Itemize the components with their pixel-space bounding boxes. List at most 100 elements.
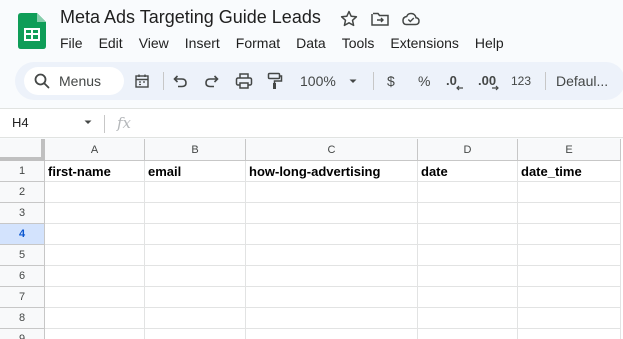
row-header-5[interactable]: 5 [0,245,45,266]
search-menus-label: Menus [59,73,102,89]
cell-a8[interactable] [45,308,145,329]
select-all-corner[interactable] [0,139,45,161]
number-format-button[interactable]: 123 [511,71,531,91]
cell-e9[interactable] [518,329,621,339]
function-icon: fx [117,114,132,132]
cell-a1[interactable]: first-name [45,161,145,182]
cell-b6[interactable] [145,266,246,287]
row-header-2[interactable]: 2 [0,182,45,203]
cell-a4[interactable] [45,224,145,245]
print-button[interactable] [234,71,254,91]
row-header-7[interactable]: 7 [0,287,45,308]
arrow-left-icon [456,85,463,91]
toolbar-divider [545,72,546,90]
cell-b4[interactable] [145,224,246,245]
cell-c7[interactable] [246,287,418,308]
search-menus-button[interactable]: Menus [24,67,124,95]
name-box[interactable]: H4 [0,109,104,137]
increase-decimal-button[interactable]: .00 [478,71,499,91]
cell-b1[interactable]: email [145,161,246,182]
cell-b8[interactable] [145,308,246,329]
cell-a5[interactable] [45,245,145,266]
cell-a9[interactable] [45,329,145,339]
currency-format-button[interactable]: $ [387,71,395,91]
row-header-9[interactable]: 9 [0,329,45,339]
undo-button[interactable] [170,71,190,91]
menu-help[interactable]: Help [467,33,512,53]
column-header-b[interactable]: B [145,139,246,161]
row-header-8[interactable]: 8 [0,308,45,329]
move-to-folder-icon[interactable] [370,9,390,29]
menu-bar: File Edit View Insert Format Data Tools … [52,33,512,53]
cell-e6[interactable] [518,266,621,287]
paint-format-button[interactable] [265,71,285,91]
cell-a3[interactable] [45,203,145,224]
cell-e3[interactable] [518,203,621,224]
column-header-c[interactable]: C [246,139,418,161]
menu-extensions[interactable]: Extensions [382,33,466,53]
row-header-3[interactable]: 3 [0,203,45,224]
cell-c3[interactable] [246,203,418,224]
cell-d1[interactable]: date [418,161,518,182]
cell-a7[interactable] [45,287,145,308]
cell-c4[interactable] [246,224,418,245]
cloud-saved-icon[interactable] [401,9,421,29]
search-icon [34,73,50,89]
document-title[interactable]: Meta Ads Targeting Guide Leads [60,7,321,28]
calendar-history-icon [135,74,149,88]
cell-c5[interactable] [246,245,418,266]
formula-input[interactable] [140,109,620,137]
cell-a2[interactable] [45,182,145,203]
row-header-1[interactable]: 1 [0,161,45,182]
cell-b2[interactable] [145,182,246,203]
zoom-select[interactable]: 100% [300,71,358,91]
menu-data[interactable]: Data [288,33,334,53]
history-button[interactable] [132,71,152,91]
google-sheets-logo-icon[interactable] [18,13,46,49]
row-header-6[interactable]: 6 [0,266,45,287]
cell-b9[interactable] [145,329,246,339]
menu-edit[interactable]: Edit [91,33,131,53]
row-header-4[interactable]: 4 [0,224,45,245]
cell-c1[interactable]: how-long-advertising [246,161,418,182]
cell-e7[interactable] [518,287,621,308]
menu-tools[interactable]: Tools [334,33,383,53]
chevron-down-icon [84,120,92,124]
column-header-e[interactable]: E [518,139,621,161]
menu-file[interactable]: File [52,33,91,53]
cell-c6[interactable] [246,266,418,287]
star-icon[interactable] [339,9,359,29]
cell-c8[interactable] [246,308,418,329]
cell-d5[interactable] [418,245,518,266]
cell-e8[interactable] [518,308,621,329]
decrease-decimal-button[interactable]: .0 [446,71,463,91]
menu-format[interactable]: Format [228,33,288,53]
cell-a6[interactable] [45,266,145,287]
cell-e1[interactable]: date_time [518,161,621,182]
font-select[interactable]: Defaul... [556,71,608,91]
cell-b5[interactable] [145,245,246,266]
cell-d4[interactable] [418,224,518,245]
cell-e4[interactable] [518,224,621,245]
cell-b7[interactable] [145,287,246,308]
cell-d3[interactable] [418,203,518,224]
cell-d2[interactable] [418,182,518,203]
zoom-value: 100% [300,73,336,89]
cell-d7[interactable] [418,287,518,308]
percent-format-button[interactable]: % [418,71,430,91]
cell-e5[interactable] [518,245,621,266]
formula-bar-divider [104,115,105,133]
column-header-d[interactable]: D [418,139,518,161]
cell-b3[interactable] [145,203,246,224]
paint-format-icon [267,72,283,89]
cell-c9[interactable] [246,329,418,339]
column-header-a[interactable]: A [45,139,145,161]
cell-c2[interactable] [246,182,418,203]
menu-insert[interactable]: Insert [177,33,228,53]
redo-button[interactable] [202,71,222,91]
cell-d6[interactable] [418,266,518,287]
cell-d9[interactable] [418,329,518,339]
cell-e2[interactable] [518,182,621,203]
menu-view[interactable]: View [131,33,177,53]
cell-d8[interactable] [418,308,518,329]
